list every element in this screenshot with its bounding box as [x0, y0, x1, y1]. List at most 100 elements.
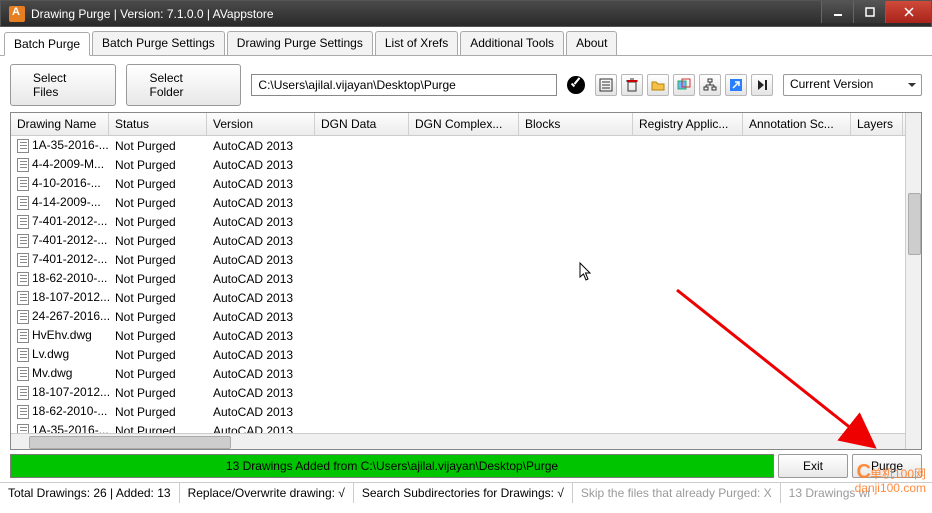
table-row[interactable]: 4-10-2016-...Not PurgedAutoCAD 2013 — [11, 174, 921, 193]
cell-empty — [409, 392, 519, 394]
column-header[interactable]: Version — [207, 113, 315, 135]
cell-empty — [851, 240, 903, 242]
confirm-check-icon[interactable] — [567, 76, 585, 94]
cell-empty — [633, 259, 743, 261]
table-row[interactable]: 7-401-2012-...Not PurgedAutoCAD 2013 — [11, 250, 921, 269]
grid-body[interactable]: 1A-35-2016-...Not PurgedAutoCAD 20134-4-… — [11, 136, 921, 434]
table-row[interactable]: 18-107-2012...Not PurgedAutoCAD 2013 — [11, 383, 921, 402]
table-row[interactable]: 24-267-2016...Not PurgedAutoCAD 2013 — [11, 307, 921, 326]
cell-version: AutoCAD 2013 — [207, 176, 315, 192]
maximize-button[interactable] — [853, 1, 885, 23]
cell-empty — [315, 316, 409, 318]
tab-additional-tools[interactable]: Additional Tools — [460, 31, 564, 55]
cell-version: AutoCAD 2013 — [207, 309, 315, 325]
cell-empty — [851, 373, 903, 375]
tab-batch-purge-settings[interactable]: Batch Purge Settings — [92, 31, 225, 55]
cell-empty — [315, 240, 409, 242]
cell-status: Not Purged — [109, 290, 207, 306]
cell-empty — [851, 392, 903, 394]
cell-empty — [633, 183, 743, 185]
column-header[interactable]: Drawing Name — [11, 113, 109, 135]
cell-version: AutoCAD 2013 — [207, 385, 315, 401]
minimize-button[interactable] — [821, 1, 853, 23]
cell-empty — [851, 335, 903, 337]
trash-icon[interactable] — [621, 74, 643, 96]
cell-status: Not Purged — [109, 157, 207, 173]
cell-name: 4-10-2016-... — [11, 175, 109, 192]
cell-empty — [519, 240, 633, 242]
select-folder-button[interactable]: Select Folder — [126, 64, 241, 106]
column-header[interactable]: Status — [109, 113, 207, 135]
cell-empty — [743, 259, 851, 261]
column-header[interactable]: Annotation Sc... — [743, 113, 851, 135]
table-row[interactable]: 1A-35-2016-...Not PurgedAutoCAD 2013 — [11, 136, 921, 155]
table-row[interactable]: 4-14-2009-...Not PurgedAutoCAD 2013 — [11, 193, 921, 212]
select-files-button[interactable]: Select Files — [10, 64, 116, 106]
tab-about[interactable]: About — [566, 31, 617, 55]
overlay-icon[interactable] — [673, 74, 695, 96]
table-row[interactable]: Mv.dwgNot PurgedAutoCAD 2013 — [11, 364, 921, 383]
folder-icon[interactable] — [647, 74, 669, 96]
cell-status: Not Purged — [109, 347, 207, 363]
file-icon — [17, 310, 29, 324]
column-header[interactable]: Layers — [851, 113, 903, 135]
exit-button[interactable]: Exit — [778, 454, 848, 478]
cell-empty — [851, 354, 903, 356]
column-header[interactable]: Blocks — [519, 113, 633, 135]
close-button[interactable] — [885, 1, 931, 23]
cell-name: 18-107-2012... — [11, 289, 109, 306]
status-row: 13 Drawings Added from C:\Users\ajilal.v… — [10, 454, 922, 478]
cell-empty — [519, 145, 633, 147]
table-row[interactable]: 7-401-2012-...Not PurgedAutoCAD 2013 — [11, 231, 921, 250]
status-replace: Replace/Overwrite drawing: √ — [180, 483, 354, 503]
cell-empty — [315, 354, 409, 356]
tab-batch-purge[interactable]: Batch Purge — [4, 32, 90, 56]
column-header[interactable]: DGN Complex... — [409, 113, 519, 135]
cell-version: AutoCAD 2013 — [207, 271, 315, 287]
column-header[interactable]: DGN Data — [315, 113, 409, 135]
cell-empty — [633, 373, 743, 375]
cell-empty — [409, 221, 519, 223]
cell-status: Not Purged — [109, 271, 207, 287]
cell-empty — [851, 202, 903, 204]
table-row[interactable]: 7-401-2012-...Not PurgedAutoCAD 2013 — [11, 212, 921, 231]
cell-empty — [519, 335, 633, 337]
table-row[interactable]: 4-4-2009-M...Not PurgedAutoCAD 2013 — [11, 155, 921, 174]
cell-empty — [315, 430, 409, 432]
cell-name: Mv.dwg — [11, 365, 109, 382]
app-icon — [9, 6, 25, 22]
path-input[interactable] — [251, 74, 557, 96]
cell-empty — [851, 259, 903, 261]
column-header[interactable]: Registry Applic... — [633, 113, 743, 135]
horizontal-scrollbar[interactable] — [11, 433, 905, 449]
version-select[interactable]: Current Version — [783, 74, 922, 96]
tab-drawing-purge-settings[interactable]: Drawing Purge Settings — [227, 31, 373, 55]
cell-empty — [851, 183, 903, 185]
link-external-icon[interactable] — [725, 74, 747, 96]
cell-version: AutoCAD 2013 — [207, 233, 315, 249]
next-icon[interactable] — [751, 74, 773, 96]
cell-empty — [743, 335, 851, 337]
cell-name: 4-4-2009-M... — [11, 156, 109, 173]
cell-empty — [315, 202, 409, 204]
tab-list-of-xrefs[interactable]: List of Xrefs — [375, 31, 458, 55]
table-row[interactable]: HvEhv.dwgNot PurgedAutoCAD 2013 — [11, 326, 921, 345]
table-row[interactable]: 18-62-2010-...Not PurgedAutoCAD 2013 — [11, 402, 921, 421]
list-icon[interactable] — [595, 74, 617, 96]
cell-empty — [743, 240, 851, 242]
table-row[interactable]: 18-107-2012...Not PurgedAutoCAD 2013 — [11, 288, 921, 307]
cell-empty — [519, 259, 633, 261]
tree-icon[interactable] — [699, 74, 721, 96]
vertical-scrollbar[interactable] — [905, 113, 921, 449]
table-row[interactable]: Lv.dwgNot PurgedAutoCAD 2013 — [11, 345, 921, 364]
cell-empty — [409, 335, 519, 337]
cell-empty — [409, 373, 519, 375]
table-row[interactable]: 18-62-2010-...Not PurgedAutoCAD 2013 — [11, 269, 921, 288]
watermark: C单机100网 danji100.com — [855, 462, 926, 495]
cell-empty — [743, 316, 851, 318]
file-icon — [17, 348, 29, 362]
cell-empty — [409, 145, 519, 147]
window-buttons — [821, 1, 931, 23]
cell-empty — [633, 297, 743, 299]
cell-empty — [633, 335, 743, 337]
